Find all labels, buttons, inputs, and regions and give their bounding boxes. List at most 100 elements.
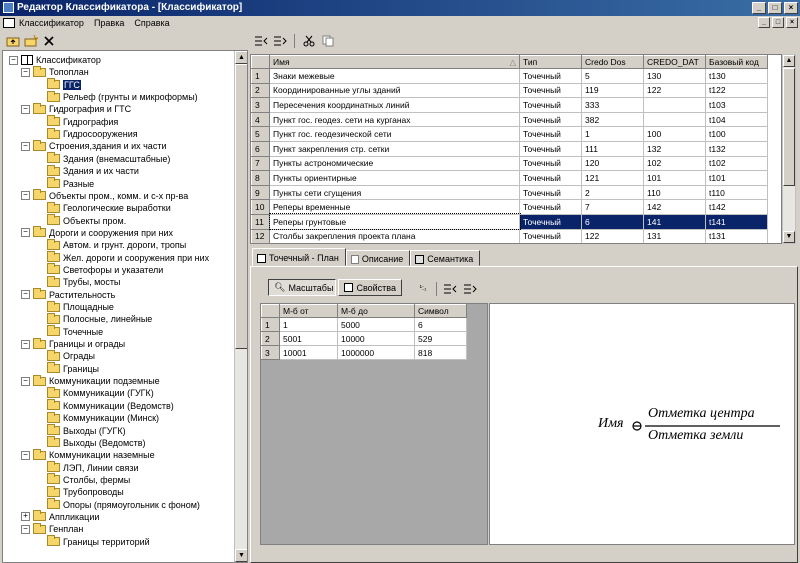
table-row[interactable]: 2 Координированные углы зданий Точечный 119… <box>251 82 768 99</box>
table-cell[interactable]: Точечный <box>519 82 582 99</box>
tree-node[interactable]: Точечные <box>35 325 103 338</box>
expand-toggle-icon[interactable]: − <box>9 55 18 65</box>
tree-node[interactable]: Жел. дороги и сооружения при них <box>35 251 209 264</box>
table-cell[interactable] <box>643 111 706 128</box>
column-header-symbol[interactable]: Символ <box>414 304 467 318</box>
column-header-credo-dat[interactable]: CREDO_DAT <box>643 55 706 69</box>
column-header-credo-dos[interactable]: Credo Dos <box>581 55 644 69</box>
table-cell[interactable]: 7 <box>581 199 644 215</box>
table-row[interactable]: 10 Реперы временные Точечный 7 142 t142 <box>251 199 768 215</box>
delete-icon[interactable] <box>42 35 56 48</box>
tab-point-plan[interactable]: Точечный - План <box>252 248 346 266</box>
minimize-button[interactable]: _ <box>752 2 766 14</box>
tab-description[interactable]: Описание <box>345 250 411 266</box>
tree-node[interactable]: − Дороги и сооружения при них <box>21 226 173 239</box>
table-cell[interactable]: 110 <box>643 184 706 201</box>
table-row[interactable]: 7 Пункты астрономические Точечный 120 102 t10… <box>251 155 768 172</box>
scale-ratio-icon[interactable]: ¹:₁ <box>416 282 430 295</box>
tree-node[interactable]: Гидросооружения <box>35 127 138 140</box>
table-row[interactable]: 1 Знаки межевые Точечный 5 130 t130 <box>251 68 768 84</box>
table-cell[interactable]: Точечный <box>519 184 582 201</box>
scale-row[interactable]: 3 10001 1000000 818 <box>261 345 467 360</box>
table-cell[interactable]: Точечный <box>519 155 582 172</box>
table-cell[interactable]: Точечный <box>519 199 582 215</box>
table-row[interactable]: 4 Пункт гос. геодез. сети на курганах Точе… <box>251 111 768 128</box>
table-cell[interactable]: Точечный <box>519 213 582 230</box>
column-header-name[interactable]: Имя △ <box>269 55 520 69</box>
tree-node[interactable]: − Растительность <box>21 288 115 301</box>
table-cell[interactable]: Пункты астрономические <box>269 155 520 172</box>
table-cell[interactable]: 122 <box>581 228 644 243</box>
indent-left-icon[interactable] <box>254 35 268 48</box>
expand-toggle-icon[interactable]: − <box>21 228 30 238</box>
column-header-scale-from[interactable]: М-б от <box>279 304 338 318</box>
expand-toggle-icon[interactable]: − <box>21 104 30 114</box>
table-cell[interactable]: Точечный <box>519 97 582 113</box>
table-cell[interactable]: Точечный <box>519 68 582 84</box>
table-cell[interactable]: 142 <box>643 199 706 215</box>
table-cell[interactable]: 141 <box>643 213 706 230</box>
tree-node[interactable]: Автом. и грунт. дороги, тропы <box>35 238 186 251</box>
table-row[interactable]: 8 Пункты ориентирные Точечный 121 101 t101 <box>251 170 768 186</box>
tree-node[interactable]: − Генплан <box>21 522 83 535</box>
expand-toggle-icon[interactable]: − <box>21 376 30 386</box>
table-cell[interactable]: Точечный <box>519 228 582 243</box>
tree-node[interactable]: Коммуникации (Ведомств) <box>35 399 174 412</box>
table-cell[interactable]: t132 <box>705 140 768 157</box>
scales-grid[interactable]: М-б от М-б до Символ 1 1 5000 6 2 5001 10000 52… <box>260 303 488 545</box>
table-cell[interactable]: t110 <box>705 184 768 201</box>
table-cell[interactable]: 5 <box>581 68 644 84</box>
tree-node[interactable]: + Аппликации <box>21 510 99 523</box>
tree-scrollbar[interactable]: ▲ ▼ <box>234 51 247 562</box>
tree-node[interactable]: − Классификатор <box>9 54 101 66</box>
table-cell[interactable]: 111 <box>581 140 644 157</box>
scale-cell[interactable]: 1 <box>279 317 338 332</box>
table-cell[interactable]: 121 <box>581 170 644 186</box>
table-row[interactable]: 3 Пересечения координатных линий Точечный 3… <box>251 97 768 113</box>
tree-node[interactable]: Границы <box>35 362 99 375</box>
scale-cell[interactable]: 818 <box>414 345 467 360</box>
mdi-restore-button[interactable]: □ <box>772 17 784 28</box>
table-cell[interactable]: t130 <box>705 68 768 84</box>
scale-row[interactable]: 2 5001 10000 529 <box>261 331 467 346</box>
tree-node[interactable]: − Строения,здания и их части <box>21 139 166 152</box>
tree-node[interactable]: Объекты пром. <box>35 214 126 227</box>
table-cell[interactable] <box>643 97 706 113</box>
tree-node[interactable]: Столбы, фермы <box>35 473 130 486</box>
table-row[interactable]: 6 Пункт закрепления стр. сетки Точечный 111… <box>251 140 768 157</box>
table-cell[interactable]: 122 <box>643 82 706 99</box>
tree-node[interactable]: Выходы (ГУГК) <box>35 424 126 437</box>
up-folder-icon[interactable] <box>6 35 20 48</box>
table-cell[interactable]: Столбы закрепления проекта плана <box>269 228 520 243</box>
table-cell[interactable]: 1 <box>581 126 644 142</box>
mdi-document-icon[interactable] <box>3 18 15 28</box>
tree-node[interactable]: Опоры (прямоугольник с фоном) <box>35 498 200 511</box>
menu-edit[interactable]: Правка <box>94 18 124 28</box>
scroll-thumb[interactable] <box>235 64 247 349</box>
tree-node[interactable]: − Объекты пром., комм. и с-х пр-ва <box>21 189 188 202</box>
table-cell[interactable]: Реперы грунтовые <box>268 213 521 231</box>
table-cell[interactable]: 382 <box>581 111 644 128</box>
tree-node[interactable]: Светофоры и указатели <box>35 263 163 276</box>
table-cell[interactable]: Пересечения координатных линий <box>269 97 520 113</box>
tree-node[interactable]: Гидрография <box>35 115 118 128</box>
table-cell[interactable]: 6 <box>581 213 644 230</box>
scroll-down-arrow[interactable]: ▼ <box>235 549 247 562</box>
tree-node[interactable]: ГГС <box>35 78 81 91</box>
expand-toggle-icon[interactable]: − <box>21 524 30 534</box>
table-cell[interactable]: 101 <box>643 170 706 186</box>
table-cell[interactable]: 120 <box>581 155 644 172</box>
table-cell[interactable]: 132 <box>643 140 706 157</box>
table-row[interactable]: 12 Столбы закрепления проекта плана Точечн… <box>251 228 768 243</box>
table-cell[interactable]: 102 <box>643 155 706 172</box>
table-cell[interactable]: 119 <box>581 82 644 99</box>
cut-icon[interactable] <box>302 35 316 48</box>
table-cell[interactable]: t100 <box>705 126 768 142</box>
table-cell[interactable]: 100 <box>643 126 706 142</box>
column-header-base-code[interactable]: Базовый код <box>705 55 768 69</box>
grid-scrollbar[interactable]: ▲ ▼ <box>782 54 796 244</box>
expand-toggle-icon[interactable]: − <box>21 339 30 349</box>
tree-node[interactable]: Площадные <box>35 300 114 313</box>
table-cell[interactable]: Реперы временные <box>269 199 520 215</box>
column-header-scale-to[interactable]: М-б до <box>337 304 415 318</box>
